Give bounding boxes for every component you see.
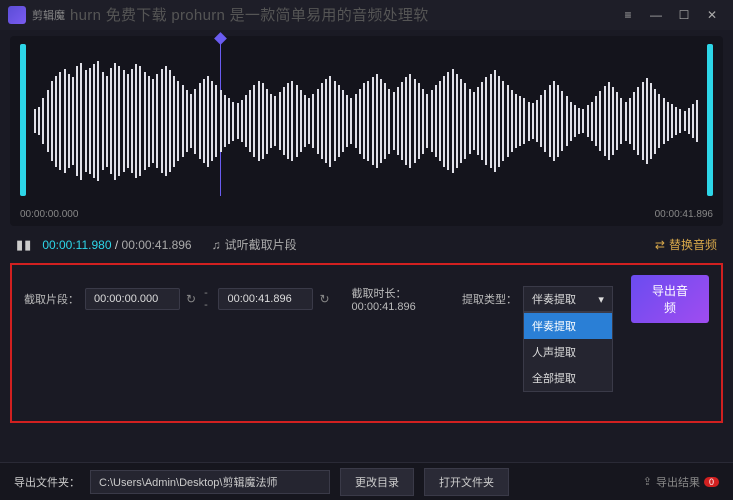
current-time: 00:00:11.980 [42, 238, 111, 252]
clip-end-input[interactable] [218, 288, 313, 310]
change-directory-button[interactable]: 更改目录 [340, 468, 414, 496]
waveform-end-time: 00:00:41.896 [655, 209, 713, 220]
extract-option-accompaniment[interactable]: 伴奏提取 [524, 313, 612, 339]
replace-audio-button[interactable]: ⇄ 替换音频 [655, 236, 717, 253]
close-button[interactable]: ✕ [699, 5, 725, 25]
clip-label: 截取片段： [24, 291, 79, 307]
reset-end-icon[interactable]: ↻ [319, 292, 329, 306]
app-icon [8, 6, 26, 24]
time-separator: / [115, 238, 118, 252]
waveform-panel[interactable]: 00:00:00.000 00:00:41.896 [10, 36, 723, 226]
total-time: 00:00:41.896 [122, 238, 192, 252]
selection-handle-right[interactable] [707, 44, 713, 196]
headphones-icon: ♫ [212, 238, 221, 252]
settings-icon[interactable]: ≡ [615, 5, 641, 25]
chevron-down-icon: ▾ [598, 293, 604, 306]
minimize-button[interactable]: — [643, 5, 669, 25]
results-count-badge: 0 [704, 477, 719, 487]
app-title: 剪辑魔 [32, 7, 65, 23]
preview-clip-button[interactable]: ♫ 试听截取片段 [212, 236, 297, 253]
output-folder-label: 导出文件夹： [14, 474, 80, 490]
watermark-text: hurn 免费下载 prohurn 是一款简单易用的音频处理软 [70, 4, 429, 25]
extract-type-label: 提取类型： [462, 291, 517, 307]
swap-icon: ⇄ [655, 238, 665, 252]
output-folder-input[interactable] [90, 470, 330, 494]
open-folder-button[interactable]: 打开文件夹 [424, 468, 509, 496]
waveform-display [30, 56, 703, 186]
maximize-button[interactable]: ☐ [671, 5, 697, 25]
extract-option-vocal[interactable]: 人声提取 [524, 339, 612, 365]
extract-type-dropdown[interactable]: 伴奏提取 ▾ [523, 286, 613, 312]
duration-value: 00:00:41.896 [352, 301, 416, 313]
range-dash: -- [204, 287, 210, 311]
extract-option-all[interactable]: 全部提取 [524, 365, 612, 391]
export-results-button[interactable]: ⇪ 导出结果 0 [643, 474, 719, 490]
params-panel: 截取片段： ↻ -- ↻ 截取时长：00:00:41.896 提取类型： 伴奏提… [10, 263, 723, 423]
reset-start-icon[interactable]: ↻ [186, 292, 196, 306]
duration-label: 截取时长： [352, 288, 407, 300]
waveform-start-time: 00:00:00.000 [20, 209, 78, 220]
clip-start-input[interactable] [85, 288, 180, 310]
upload-icon: ⇪ [643, 475, 652, 488]
export-audio-button[interactable]: 导出音频 [631, 275, 709, 323]
selection-handle-left[interactable] [20, 44, 26, 196]
extract-dropdown-list: 伴奏提取 人声提取 全部提取 [523, 312, 613, 392]
play-pause-button[interactable]: ▮▮ [16, 237, 32, 253]
